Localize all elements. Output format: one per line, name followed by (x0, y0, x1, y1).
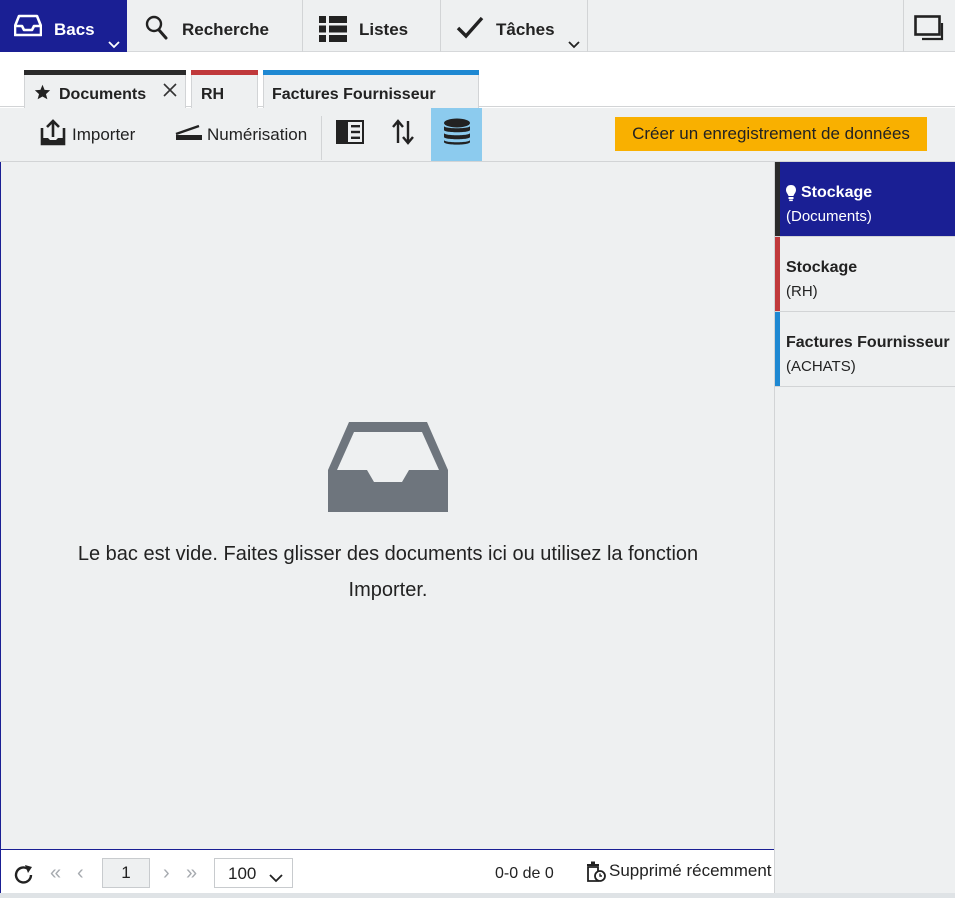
tray-content-area[interactable]: Le bac est vide. Faites glisser des docu… (0, 162, 774, 850)
sidebar-color-bar (775, 237, 780, 311)
previous-page-button[interactable]: ‹ (77, 862, 84, 885)
tab-color-bar (191, 70, 258, 75)
toolbar-separator (321, 116, 322, 160)
import-label: Importer (72, 124, 136, 144)
recently-deleted-button[interactable]: Supprimé récemment (586, 860, 775, 888)
refresh-icon[interactable] (13, 864, 35, 891)
sidebar-item-stockage-documents[interactable]: Stockage (Documents) (775, 162, 955, 237)
sidebar-item-subtitle: (ACHATS) (786, 358, 856, 375)
tab-color-bar (24, 70, 186, 75)
nav-recherche[interactable]: Recherche (127, 0, 303, 52)
recently-deleted-label: Supprimé récemment (609, 861, 772, 880)
sidebar-item-stockage-rh[interactable]: Stockage (RH) (775, 237, 955, 312)
panel-layout-icon (336, 120, 364, 149)
document-tabs: Documents RH Factures Fournisseur (0, 53, 955, 108)
next-page-button[interactable]: › (163, 862, 170, 885)
storage-sidebar: Stockage (Documents) Stockage (RH) Factu… (774, 162, 955, 898)
storage-toggle-button[interactable] (431, 108, 482, 161)
page-size-select[interactable]: 100 (214, 858, 293, 888)
tab-documents[interactable]: Documents (24, 70, 186, 108)
top-navigation: Bacs Recherche Listes Tâches (0, 0, 955, 52)
sidebar-color-bar (775, 162, 780, 236)
lightbulb-icon (785, 184, 797, 207)
list-icon (319, 16, 347, 47)
sidebar-item-subtitle: (Documents) (786, 208, 872, 225)
inbox-tray-icon (13, 14, 43, 43)
page-number-input[interactable]: 1 (102, 858, 150, 888)
chevron-down-icon[interactable] (568, 34, 580, 54)
nav-bacs-label: Bacs (54, 20, 95, 39)
nav-listes[interactable]: Listes (303, 0, 441, 52)
sidebar-item-subtitle: (RH) (786, 283, 818, 300)
sort-arrows-icon (391, 119, 415, 150)
trash-clock-icon (586, 861, 606, 888)
upload-tray-icon (38, 118, 68, 151)
sidebar-item-factures-fournisseur[interactable]: Factures Fournisseur (ACHATS) (775, 312, 955, 387)
toolbar: Importer Numérisation Créer un enregistr… (0, 108, 955, 162)
tab-color-bar (263, 70, 479, 75)
scanner-icon (175, 122, 203, 147)
pager-bar: « ‹ 1 › » 100 0-0 de 0 Supprimé récemmen… (0, 850, 774, 898)
star-icon (34, 84, 51, 105)
scan-label: Numérisation (207, 124, 308, 144)
last-page-button[interactable]: » (186, 862, 197, 885)
first-page-button[interactable]: « (50, 862, 61, 885)
sort-button[interactable] (378, 108, 428, 161)
sidebar-item-title: Stockage (786, 259, 858, 276)
tab-rh-label: RH (201, 86, 225, 103)
empty-tray-message: Le bac est vide. Faites glisser des docu… (77, 543, 699, 601)
database-icon (443, 118, 471, 151)
nav-bacs[interactable]: Bacs (0, 0, 127, 52)
window-icon (914, 15, 946, 46)
bottom-edge (0, 893, 955, 898)
layout-toggle-button[interactable] (325, 108, 375, 161)
chevron-down-icon[interactable] (108, 34, 120, 54)
sidebar-item-title: Factures Fournisseur (786, 334, 950, 351)
tab-rh[interactable]: RH (191, 70, 258, 108)
sidebar-item-title: Stockage (801, 184, 873, 201)
close-icon[interactable] (162, 82, 178, 103)
create-data-record-button[interactable]: Créer un enregistrement de données (615, 117, 927, 151)
page-size-value: 100 (228, 864, 257, 883)
scan-button[interactable]: Numérisation (175, 108, 307, 161)
checkmark-icon (456, 16, 484, 45)
record-count: 0-0 de 0 (495, 865, 554, 882)
import-button[interactable]: Importer (38, 108, 135, 161)
nav-taches[interactable]: Tâches (441, 0, 588, 52)
tab-factures-label: Factures Fournisseur (272, 86, 436, 103)
chevron-down-icon (269, 868, 283, 888)
nav-listes-label: Listes (359, 20, 409, 39)
empty-tray-icon (327, 420, 449, 519)
tab-factures-fournisseur[interactable]: Factures Fournisseur (263, 70, 479, 108)
window-toggle-button[interactable] (903, 0, 955, 52)
nav-taches-label: Tâches (496, 20, 555, 39)
search-icon (145, 15, 169, 46)
tab-documents-label: Documents (59, 86, 147, 103)
nav-recherche-label: Recherche (182, 20, 269, 39)
sidebar-color-bar (775, 312, 780, 386)
